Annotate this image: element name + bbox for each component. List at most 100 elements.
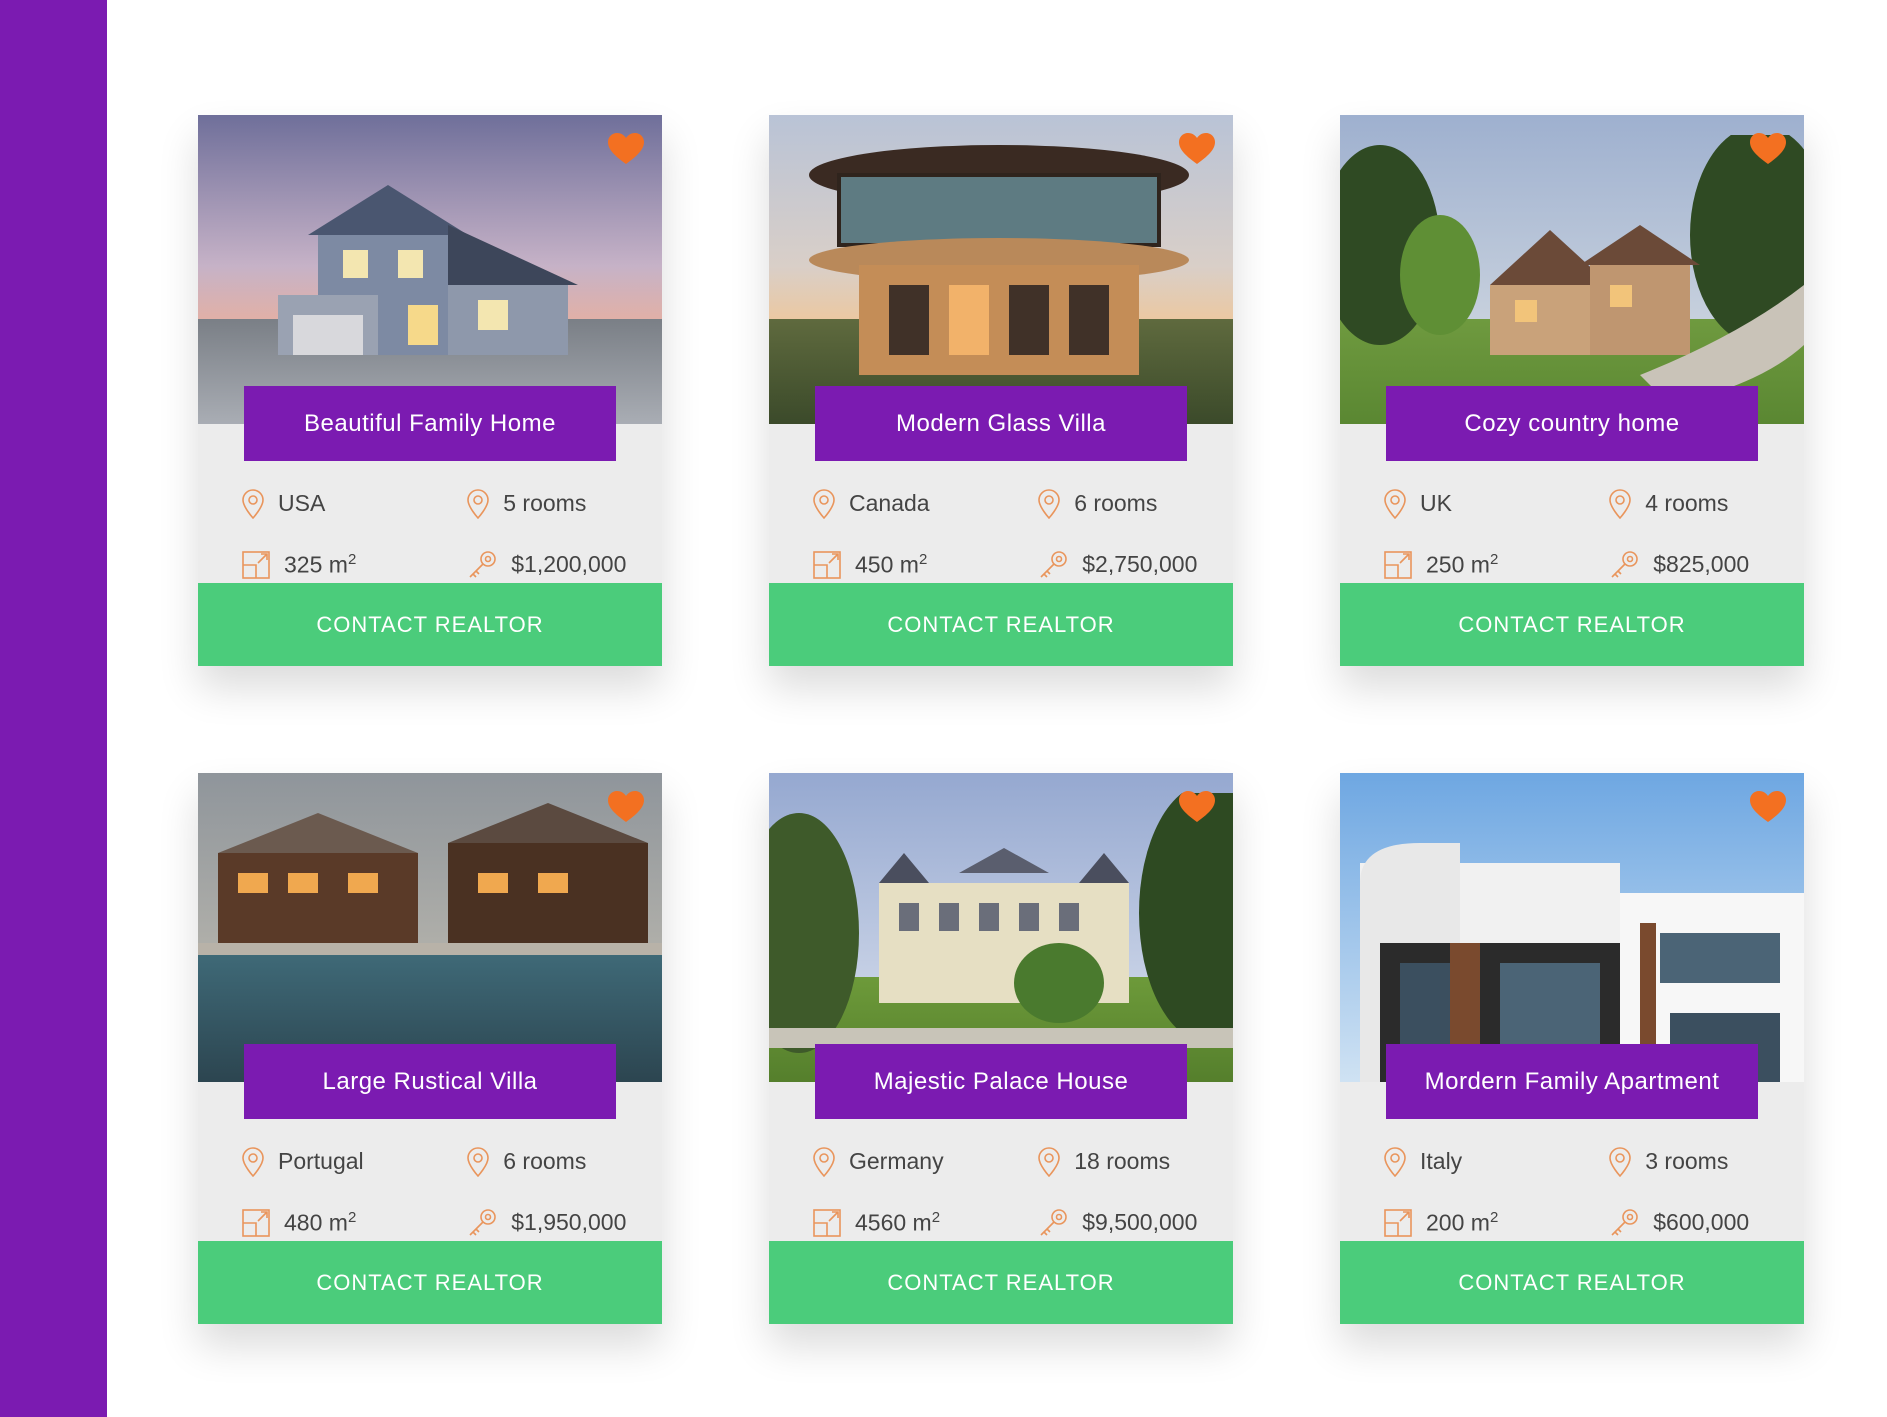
rooms-info: 6 rooms: [1038, 488, 1213, 519]
property-info: Portugal 6 rooms 480 m2 $1,950,000: [242, 1131, 642, 1253]
area-unit-sup: 2: [347, 1208, 357, 1226]
area-info: 4560 m2: [813, 1209, 1038, 1237]
contact-realtor-button[interactable]: CONTACT REALTOR: [1340, 583, 1804, 666]
property-info: USA 5 rooms 325 m2 $1,200,000: [242, 473, 642, 595]
property-info: UK 4 rooms 250 m2 $825,000: [1384, 473, 1784, 595]
favorite-heart-icon[interactable]: [608, 791, 644, 823]
price-label: $600,000: [1653, 1209, 1750, 1235]
property-card: Large Rustical Villa Portugal 6 rooms 48…: [198, 773, 662, 1324]
price-info: $9,500,000: [1038, 1208, 1213, 1238]
property-card: Beautiful Family Home USA 5 rooms 325 m2: [198, 115, 662, 666]
property-title: Majestic Palace House: [815, 1044, 1187, 1119]
area-unit-sup: 2: [1489, 1208, 1499, 1226]
price-info: $825,000: [1609, 550, 1784, 580]
location-pin-icon: [1384, 488, 1406, 519]
property-photo: [198, 115, 662, 424]
country-label: Canada: [849, 490, 930, 516]
contact-realtor-button[interactable]: CONTACT REALTOR: [198, 1241, 662, 1324]
location-pin-icon: [467, 1146, 490, 1177]
location-pin-icon: [467, 488, 490, 519]
location-pin-icon: [1609, 1146, 1632, 1177]
rooms-info: 4 rooms: [1609, 488, 1784, 519]
favorite-heart-icon[interactable]: [1179, 791, 1215, 823]
property-grid: Beautiful Family Home USA 5 rooms 325 m2: [198, 115, 1808, 1324]
property-card: Majestic Palace House Germany 18 rooms 4…: [769, 773, 1233, 1324]
favorite-heart-icon[interactable]: [608, 133, 644, 165]
area-info: 325 m2: [242, 551, 467, 579]
location-pin-icon: [813, 488, 835, 519]
property-info: Canada 6 rooms 450 m2 $2,750,000: [813, 473, 1213, 595]
area-label: 250 m: [1426, 551, 1490, 578]
area-label: 200 m: [1426, 1209, 1490, 1236]
price-label: $9,500,000: [1082, 1209, 1198, 1235]
country-label: Germany: [849, 1148, 944, 1174]
price-info: $1,200,000: [467, 550, 642, 580]
country-label: USA: [278, 490, 326, 516]
sidebar: [0, 0, 107, 1417]
price-info: $1,950,000: [467, 1208, 642, 1238]
area-label: 325 m: [284, 551, 348, 578]
price-info: $600,000: [1609, 1208, 1784, 1238]
area-info: 250 m2: [1384, 551, 1609, 579]
country-label: Italy: [1420, 1148, 1463, 1174]
location-pin-icon: [813, 1146, 835, 1177]
price-label: $1,200,000: [511, 551, 627, 577]
contact-realtor-button[interactable]: CONTACT REALTOR: [198, 583, 662, 666]
property-title: Large Rustical Villa: [244, 1044, 616, 1119]
property-info: Italy 3 rooms 200 m2 $600,000: [1384, 1131, 1784, 1253]
favorite-heart-icon[interactable]: [1179, 133, 1215, 165]
property-card: Modern Glass Villa Canada 6 rooms 450 m2: [769, 115, 1233, 666]
rooms-info: 5 rooms: [467, 488, 642, 519]
area-info: 200 m2: [1384, 1209, 1609, 1237]
location-pin-icon: [1384, 1146, 1406, 1177]
key-icon: [1040, 550, 1068, 578]
property-title: Modern Glass Villa: [815, 386, 1187, 461]
area-unit-sup: 2: [918, 550, 928, 568]
country-info: Italy: [1384, 1146, 1609, 1177]
property-photo: [1340, 773, 1804, 1082]
key-icon: [1040, 1208, 1068, 1236]
price-label: $825,000: [1653, 551, 1750, 577]
property-info: Germany 18 rooms 4560 m2 $9,500,000: [813, 1131, 1213, 1253]
key-icon: [469, 550, 497, 578]
area-unit-sup: 2: [347, 550, 357, 568]
property-photo: [769, 773, 1233, 1082]
country-info: Canada: [813, 488, 1038, 519]
property-title: Beautiful Family Home: [244, 386, 616, 461]
price-info: $2,750,000: [1038, 550, 1213, 580]
rooms-info: 3 rooms: [1609, 1146, 1784, 1177]
property-card: Cozy country home UK 4 rooms 250 m2 $825…: [1340, 115, 1804, 666]
contact-realtor-button[interactable]: CONTACT REALTOR: [769, 583, 1233, 666]
rooms-label: 18 rooms: [1074, 1148, 1171, 1174]
key-icon: [1611, 550, 1639, 578]
location-pin-icon: [1038, 1146, 1061, 1177]
rooms-label: 4 rooms: [1645, 490, 1729, 516]
rooms-info: 6 rooms: [467, 1146, 642, 1177]
location-pin-icon: [1038, 488, 1061, 519]
rooms-label: 5 rooms: [503, 490, 587, 516]
country-info: UK: [1384, 488, 1609, 519]
country-label: Portugal: [278, 1148, 364, 1174]
contact-realtor-button[interactable]: CONTACT REALTOR: [1340, 1241, 1804, 1324]
country-info: Germany: [813, 1146, 1038, 1177]
contact-realtor-button[interactable]: CONTACT REALTOR: [769, 1241, 1233, 1324]
location-pin-icon: [1609, 488, 1632, 519]
rooms-label: 6 rooms: [1074, 490, 1158, 516]
property-title: Cozy country home: [1386, 386, 1758, 461]
rooms-info: 18 rooms: [1038, 1146, 1213, 1177]
favorite-heart-icon[interactable]: [1750, 133, 1786, 165]
property-photo: [1340, 115, 1804, 424]
favorite-heart-icon[interactable]: [1750, 791, 1786, 823]
area-label: 480 m: [284, 1209, 348, 1236]
price-label: $2,750,000: [1082, 551, 1198, 577]
key-icon: [1611, 1208, 1639, 1236]
location-pin-icon: [242, 1146, 264, 1177]
property-photo: [198, 773, 662, 1082]
area-unit-sup: 2: [931, 1208, 941, 1226]
area-unit-sup: 2: [1489, 550, 1499, 568]
area-info: 480 m2: [242, 1209, 467, 1237]
area-icon: [813, 550, 841, 579]
country-label: UK: [1420, 490, 1452, 516]
area-label: 450 m: [855, 551, 919, 578]
rooms-label: 6 rooms: [503, 1148, 587, 1174]
